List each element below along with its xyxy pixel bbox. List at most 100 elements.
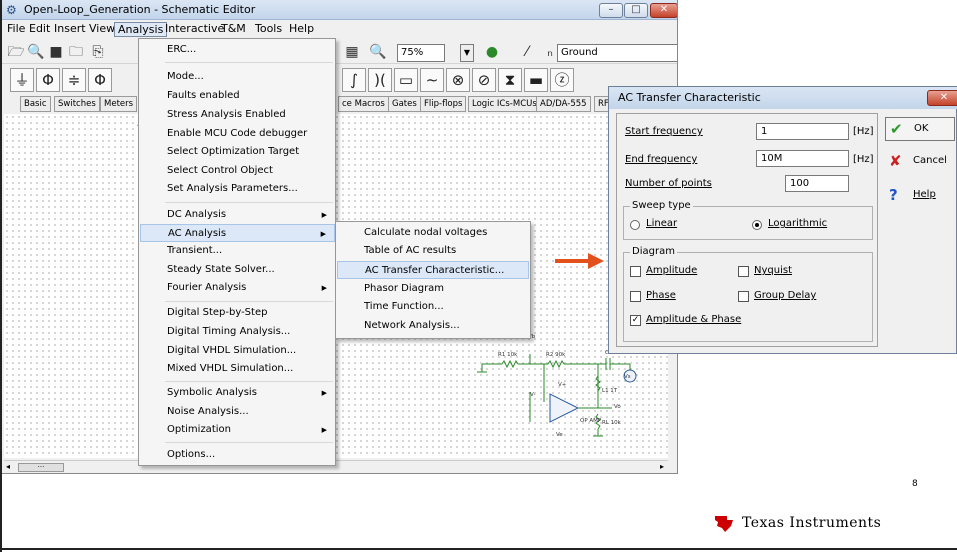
menu-item-optimization[interactable]: Optimization ▶ [140,421,335,439]
current-source-icon[interactable]: Φ [88,68,112,92]
menu-item-steady[interactable]: Steady State Solver... [140,261,335,279]
scroll-right-icon[interactable]: ▸ [660,462,664,471]
ti-logo-icon [715,516,733,532]
maximize-button[interactable]: □ [624,3,648,18]
ground-select[interactable]: Ground [557,44,677,62]
menu-item-digital-vhdl[interactable]: Digital VHDL Simulation... [140,342,335,360]
menu-item-label: Mode... [167,71,204,82]
grid-icon[interactable]: ▦ [342,43,362,61]
scroll-left-icon[interactable]: ◂ [6,462,10,471]
lamp-icon[interactable]: ⊗ [446,68,470,92]
zoom-select[interactable]: 75% [397,44,445,62]
dialog-titlebar[interactable]: AC Transfer Characteristic ✕ [609,87,957,109]
zener-icon[interactable]: ⓩ [550,68,574,92]
phase-label: Phase [646,290,676,301]
nyquist-checkbox[interactable] [738,266,749,277]
menu-item-control[interactable]: Select Control Object [140,162,335,180]
cancel-button[interactable]: ✘ Cancel [885,150,955,174]
submenu-item-table[interactable]: Table of AC results [337,242,529,260]
menu-item-ac[interactable]: AC Analysis ▶ [140,224,335,242]
submenu-item-network[interactable]: Network Analysis... [337,317,529,335]
menu-item-set-params[interactable]: Set Analysis Parameters... [140,180,335,198]
menu-item-mcu[interactable]: Enable MCU Code debugger [140,125,335,143]
menu-insert[interactable]: Insert [51,22,89,37]
menu-item-transient[interactable]: Transient... [140,242,335,260]
chevron-down-icon[interactable]: ▼ [460,44,474,62]
battery-icon[interactable]: ≑ [62,68,86,92]
menu-item-dc[interactable]: DC Analysis ▶ [140,206,335,224]
menu-item-opt-target[interactable]: Select Optimization Target [140,143,335,161]
menu-item-label: Options... [167,449,216,460]
menu-edit[interactable]: Edit [26,22,53,37]
tab-source-macros[interactable]: ce Macros [338,96,389,112]
menu-item-erc[interactable]: ERC... [140,41,335,59]
tab-flip-flops[interactable]: Flip-flops [420,96,467,112]
menu-help[interactable]: Help [286,22,317,37]
minimize-button[interactable]: – [599,3,623,18]
open-folder-icon[interactable]: 🗁 [6,43,26,61]
menu-item-faults[interactable]: Faults enabled [140,87,335,105]
menu-item-digital-timing[interactable]: Digital Timing Analysis... [140,323,335,341]
diode-icon[interactable]: ⧗ [498,68,522,92]
menu-tools[interactable]: Tools [252,22,285,37]
dc-source-icon[interactable]: ● [482,43,502,61]
menu-separator [165,442,333,443]
horizontal-scrollbar[interactable]: ◂ ··· ▸ [4,460,668,473]
linear-radio[interactable] [630,220,640,230]
ac-analysis-submenu: Calculate nodal voltages Table of AC res… [335,221,531,339]
scrollbar-thumb[interactable]: ··· [18,463,64,472]
wire-icon[interactable]: ⁄ [517,43,537,61]
dialog-close-button[interactable]: ✕ [927,90,957,106]
save-icon[interactable]: ■ [46,43,66,61]
menu-item-symbolic[interactable]: Symbolic Analysis ▶ [140,384,335,402]
tab-logic-ics[interactable]: Logic ICs-MCUs [468,96,541,112]
preview-icon[interactable]: 🔍 [26,43,46,61]
zoom-icon[interactable]: 🔍 [368,43,388,61]
submenu-item-phasor[interactable]: Phasor Diagram [337,280,529,298]
tab-ad-da-555[interactable]: AD/DA-555 [536,96,591,112]
menu-item-stress[interactable]: Stress Analysis Enabled [140,106,335,124]
help-button[interactable]: ? Help [885,184,955,208]
group-delay-checkbox[interactable] [738,291,749,302]
tab-gates[interactable]: Gates [388,96,421,112]
label-vs: Vs [624,374,631,380]
menu-item-mixed-vhdl[interactable]: Mixed VHDL Simulation... [140,360,335,378]
fuse-icon[interactable]: ▬ [524,68,548,92]
menu-analysis[interactable]: Analysis [114,22,168,37]
label-r1: R1 10k [498,352,518,358]
label-vo: Vo [614,404,621,410]
tab-basic[interactable]: Basic [20,96,51,112]
meter-icon[interactable]: ⊘ [472,68,496,92]
menu-item-digital-step[interactable]: Digital Step-by-Step [140,304,335,322]
ok-button[interactable]: ✔ OK [885,117,955,141]
amplitude-checkbox[interactable] [630,266,641,277]
tab-meters[interactable]: Meters [100,96,138,112]
resistor-icon[interactable]: ▭ [394,68,418,92]
logarithmic-radio[interactable] [752,220,762,230]
voltage-source-icon[interactable]: Φ [36,68,60,92]
submenu-item-nodal[interactable]: Calculate nodal voltages [337,224,529,242]
switch-icon[interactable]: ∼ [420,68,444,92]
menu-item-label: AC Analysis [168,228,227,239]
amplitude-phase-checkbox[interactable]: ✓ [630,315,641,326]
phase-checkbox[interactable] [630,291,641,302]
window-titlebar[interactable]: ⚙ Open-Loop_Generation - Schematic Edito… [2,0,677,20]
open-icon[interactable]: 🗀 [66,43,86,61]
start-frequency-input[interactable]: 1 [756,123,849,140]
submenu-item-ac-transfer[interactable]: AC Transfer Characteristic... [337,261,529,279]
menu-item-fourier[interactable]: Fourier Analysis ▶ [140,279,335,297]
submenu-item-time-function[interactable]: Time Function... [337,298,529,316]
menu-file[interactable]: File [4,22,28,37]
menu-item-noise[interactable]: Noise Analysis... [140,403,335,421]
inductor-icon[interactable]: ∫ [342,68,366,92]
ground-component-icon[interactable]: ⏚ [10,68,34,92]
copy-icon[interactable]: ⎘ [88,43,108,61]
tab-switches[interactable]: Switches [54,96,100,112]
number-of-points-input[interactable]: 100 [785,175,849,192]
capacitor-icon[interactable]: )( [368,68,392,92]
close-button[interactable]: ✕ [650,3,677,18]
menu-item-mode[interactable]: Mode... [140,68,335,86]
end-frequency-input[interactable]: 10M [756,150,849,167]
menu-tm[interactable]: T&M [218,22,249,37]
menu-item-options[interactable]: Options... [140,446,335,464]
